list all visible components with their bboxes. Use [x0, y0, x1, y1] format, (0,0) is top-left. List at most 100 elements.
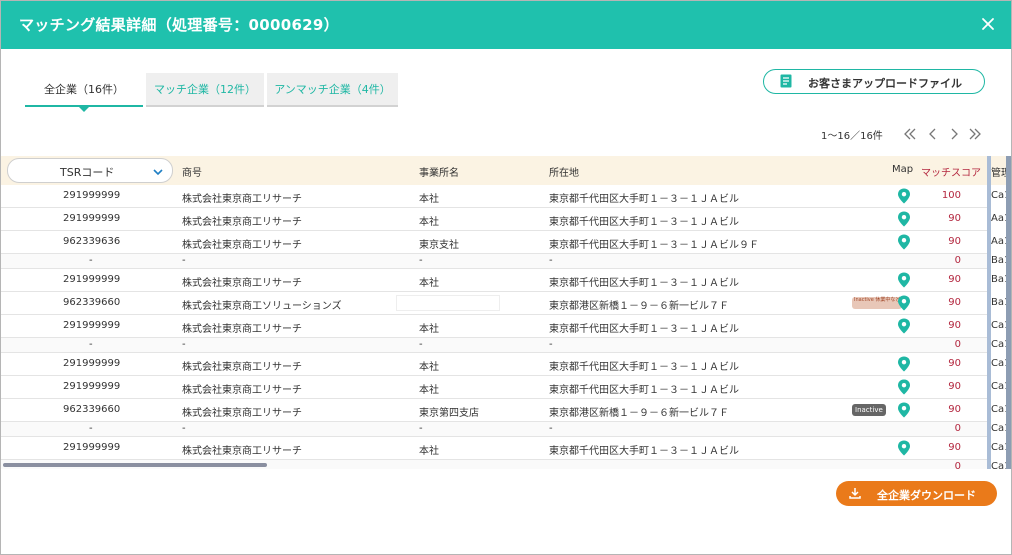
map-pin-icon[interactable]: [897, 440, 911, 456]
tab-matched-companies[interactable]: マッチ企業（12件）: [146, 73, 264, 107]
next-page-icon: [951, 128, 958, 140]
download-all-companies-button[interactable]: 全企業ダウンロード: [836, 481, 997, 506]
cell-office-name: -: [419, 255, 423, 266]
table-row[interactable]: 291999999 株式会社東京商工リサーチ 本社 東京都千代田区大手町１－３－１ＪＡ…: [1, 208, 1011, 231]
cell-match-score: 0: [954, 255, 961, 266]
cell-match-score: 90: [948, 236, 961, 247]
cell-match-score: 90: [948, 358, 961, 369]
tab-label: 全企業（16件）: [44, 83, 124, 96]
download-button-label: 全企業ダウンロード: [877, 489, 976, 502]
cell-tsr-code: 291999999: [63, 358, 121, 369]
close-icon: [982, 18, 994, 30]
cell-company-name: 株式会社東京商工リサーチ: [182, 324, 302, 335]
pagination: 1〜16／16件: [1, 126, 1011, 142]
cell-address: -: [549, 423, 553, 434]
key-column-select[interactable]: TSRコード: [7, 158, 173, 183]
cell-office-name: 本社: [419, 362, 439, 373]
cell-tsr-code: 962339660: [63, 297, 121, 308]
cell-office-name: 東京第四支店: [419, 408, 479, 419]
table-row[interactable]: 291999999 株式会社東京商工リサーチ 本社 東京都千代田区大手町１－３－１ＪＡ…: [1, 269, 1011, 292]
cell-company-name: 株式会社東京商工リサーチ: [182, 385, 302, 396]
cell-office-name: -: [419, 423, 423, 434]
table-row[interactable]: 291999999 株式会社東京商工リサーチ 本社 東京都千代田区大手町１－３－１ＪＡ…: [1, 353, 1011, 376]
cell-tsr-code: -: [89, 423, 93, 434]
customer-upload-file-button[interactable]: お客さまアップロードファイル: [763, 69, 985, 94]
table-row[interactable]: ----0Ba10: [1, 254, 1011, 269]
map-pin-icon[interactable]: [897, 188, 911, 204]
cell-company-name: 株式会社東京商工リサーチ: [182, 194, 302, 205]
cell-address: 東京都千代田区大手町１－３－１ＪＡビル: [549, 385, 739, 396]
cell-company-name: 株式会社東京商工リサーチ: [182, 278, 302, 289]
table-row[interactable]: 962339636 株式会社東京商工リサーチ 東京支社 東京都千代田区大手町１－３－１…: [1, 231, 1011, 254]
cell-office-name: 本社: [419, 217, 439, 228]
cell-company-name: 株式会社東京商工リサーチ: [182, 408, 302, 419]
results-table: TSRコード 商号 事業所名 所在地 Map マッチスコア 管理 2919999…: [1, 156, 1011, 469]
last-page-button[interactable]: [967, 126, 983, 142]
cell-address: 東京都港区新橋１－９－６新一ビル７Ｆ: [549, 301, 729, 312]
dialog-title: マッチング結果詳細（処理番号：0000629）: [19, 16, 339, 34]
column-header-name: 商号: [182, 168, 202, 179]
column-header-match-score: マッチスコア: [921, 168, 981, 179]
table-row[interactable]: ----0Ca10: [1, 338, 1011, 353]
last-page-icon: [969, 128, 981, 140]
map-pin-icon[interactable]: [897, 379, 911, 395]
cell-match-score: 100: [941, 190, 961, 201]
cell-address: -: [549, 339, 553, 350]
horizontal-scrollbar-thumb[interactable]: [3, 463, 267, 467]
cell-tsr-code: -: [89, 255, 93, 266]
map-pin-icon[interactable]: [897, 272, 911, 288]
first-page-icon: [904, 128, 916, 140]
cell-office-name: 本社: [419, 324, 439, 335]
cell-company-name: -: [182, 255, 186, 266]
cell-company-name: 株式会社東京商工リサーチ: [182, 446, 302, 457]
cell-office-name: -: [419, 339, 423, 350]
cell-address: 東京都港区新橋１－９－６新一ビル７Ｆ: [549, 408, 729, 419]
chevron-down-icon: [153, 169, 163, 176]
cell-office-name: 本社: [419, 385, 439, 396]
map-pin-icon[interactable]: [897, 234, 911, 250]
table-row[interactable]: 962339660 株式会社東京商工ソリューションズ 東京都港区新橋１－９－６新一ビ…: [1, 292, 1011, 315]
cell-office-name: 本社: [419, 278, 439, 289]
map-pin-icon[interactable]: [897, 318, 911, 334]
table-row[interactable]: 291999999 株式会社東京商工リサーチ 本社 東京都千代田区大手町１－３－１ＪＡ…: [1, 185, 1011, 208]
map-pin-icon[interactable]: [897, 295, 911, 311]
map-pin-icon[interactable]: [897, 402, 911, 418]
cell-address: 東京都千代田区大手町１－３－１ＪＡビル: [549, 194, 739, 205]
column-divider: [987, 156, 991, 469]
key-column-select-value: TSRコード: [60, 166, 115, 179]
cell-address: 東京都千代田区大手町１－３－１ＪＡビル: [549, 278, 739, 289]
next-page-button[interactable]: [946, 126, 962, 142]
cell-address: 東京都千代田区大手町１－３－１ＪＡビル: [549, 446, 739, 457]
cell-match-score: 0: [954, 423, 961, 434]
tab-unmatched-companies[interactable]: アンマッチ企業（4件）: [267, 73, 398, 107]
table-header: TSRコード 商号 事業所名 所在地 Map マッチスコア 管理: [1, 156, 1011, 185]
cell-tsr-code: 962339660: [63, 404, 121, 415]
column-header-office: 事業所名: [419, 168, 459, 179]
prev-page-icon: [929, 128, 936, 140]
cell-match-score: 0: [954, 339, 961, 350]
upload-button-label: お客さまアップロードファイル: [808, 77, 962, 90]
vertical-scrollbar[interactable]: [1006, 156, 1011, 469]
cell-company-name: -: [182, 423, 186, 434]
map-pin-icon[interactable]: [897, 211, 911, 227]
map-pin-icon[interactable]: [897, 356, 911, 372]
cell-match-score: 90: [948, 274, 961, 285]
prev-page-button[interactable]: [925, 126, 941, 142]
tab-label: マッチ企業（12件）: [154, 83, 256, 96]
cell-match-score: 90: [948, 381, 961, 392]
table-row[interactable]: 291999999 株式会社東京商工リサーチ 本社 東京都千代田区大手町１－３－１ＪＡ…: [1, 315, 1011, 338]
cell-address: 東京都千代田区大手町１－３－１ＪＡビル９Ｆ: [549, 240, 759, 251]
table-row[interactable]: 291999999 株式会社東京商工リサーチ 本社 東京都千代田区大手町１－３－１ＪＡ…: [1, 376, 1011, 399]
table-row[interactable]: 291999999 株式会社東京商工リサーチ 本社 東京都千代田区大手町１－３－１ＪＡ…: [1, 437, 1011, 460]
close-button[interactable]: [977, 13, 999, 35]
dialog-header: マッチング結果詳細（処理番号：0000629）: [1, 1, 1011, 49]
table-row[interactable]: ----0Ca10: [1, 422, 1011, 437]
table-row[interactable]: 962339660 株式会社東京商工リサーチ 東京第四支店 東京都港区新橋１－９－６新…: [1, 399, 1011, 422]
active-tab-indicator: [79, 107, 89, 112]
tab-all-companies[interactable]: 全企業（16件）: [25, 73, 143, 112]
cell-tsr-code: 291999999: [63, 274, 121, 285]
cell-tsr-code: -: [89, 339, 93, 350]
first-page-button[interactable]: [902, 126, 918, 142]
cell-company-name: 株式会社東京商工ソリューションズ: [182, 301, 342, 312]
cell-match-score: 0: [954, 461, 961, 469]
